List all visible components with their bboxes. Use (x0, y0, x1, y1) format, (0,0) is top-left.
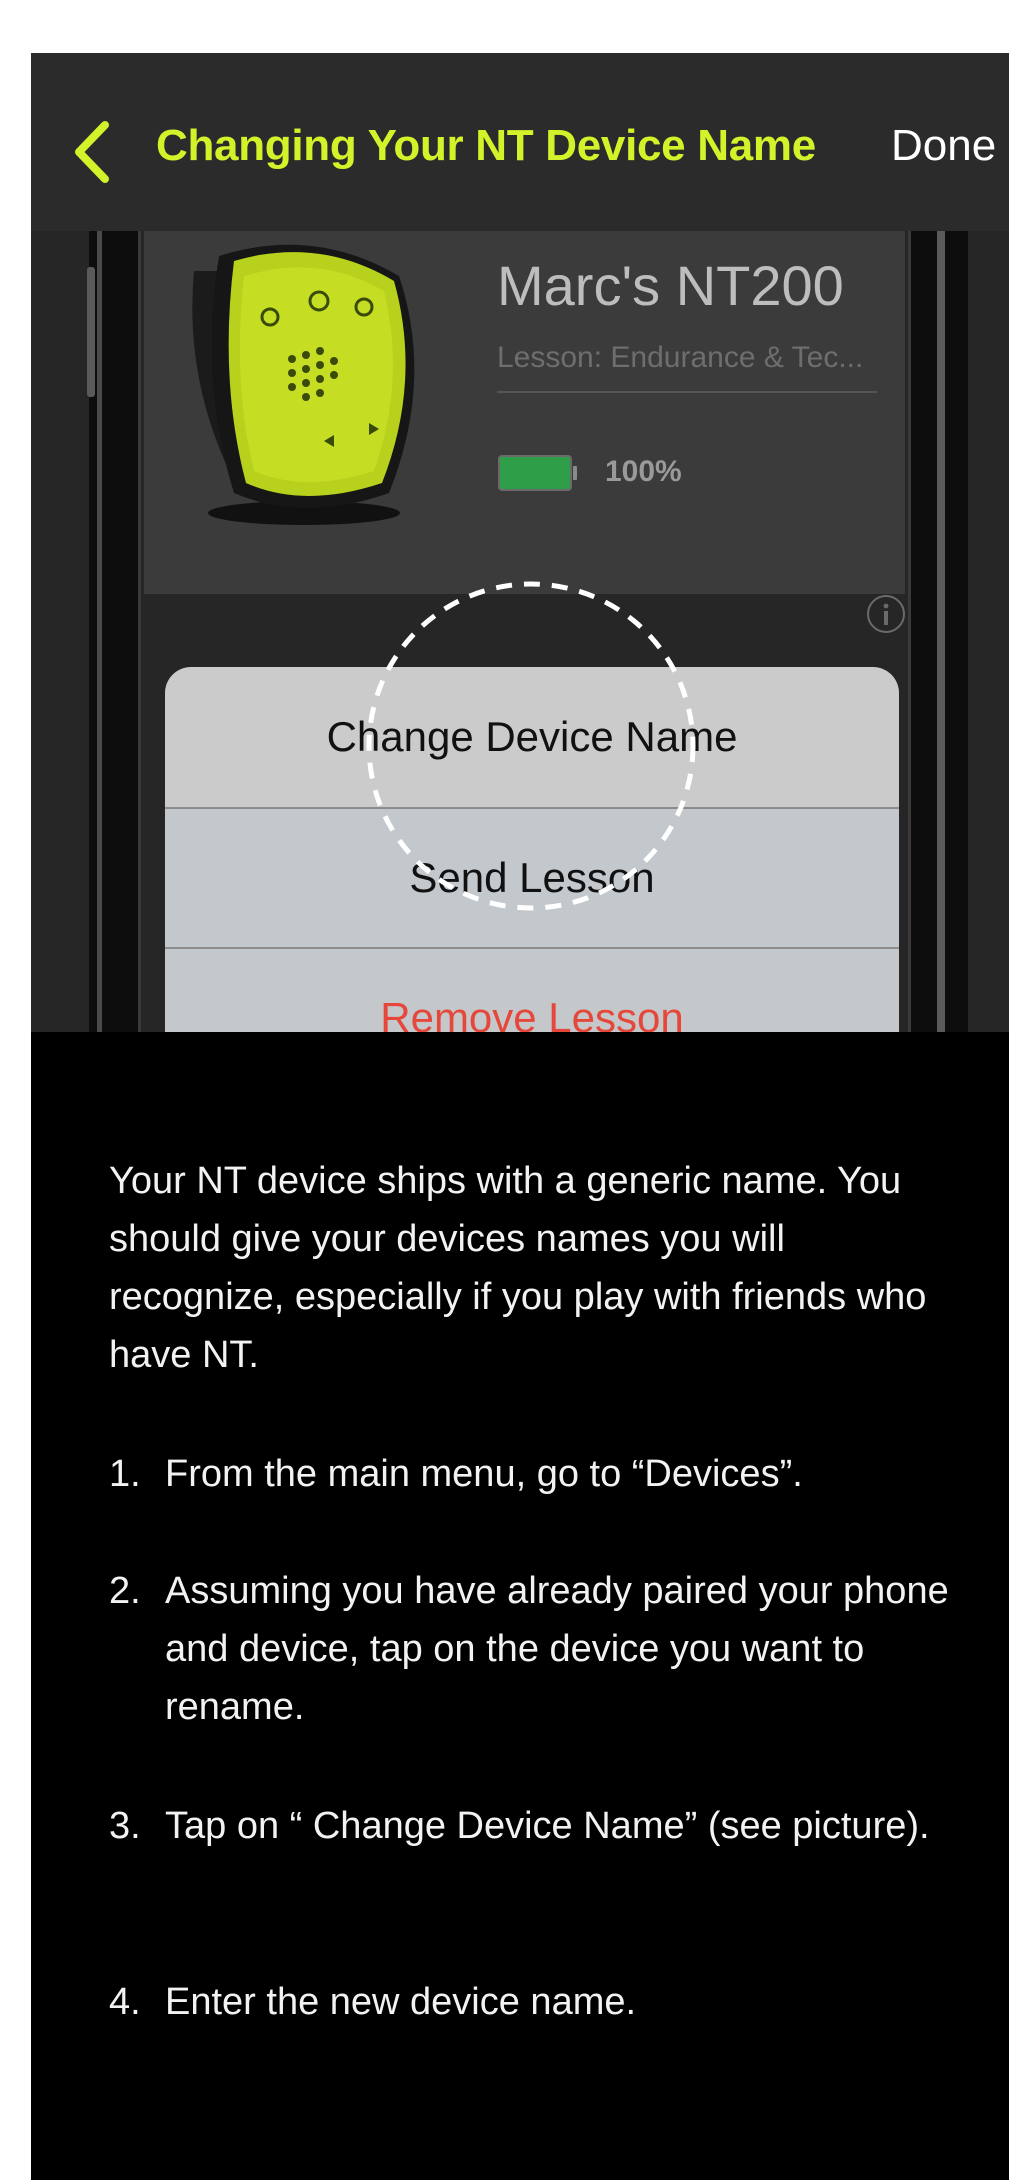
action-sheet: Change Device Name Send Lesson Remove Le… (165, 667, 899, 1032)
step-text: Assuming you have already paired your ph… (165, 1570, 949, 1728)
device-screenshot: Marc's NT200 Lesson: Endurance & Tec... … (31, 231, 1009, 1032)
done-button[interactable]: Done (891, 121, 996, 171)
device-name: Marc's NT200 (497, 254, 844, 317)
page-title: Changing Your NT Device Name (156, 121, 816, 170)
app-screen: Changing Your NT Device Name Done Marc's… (31, 53, 1009, 2180)
step-number: 1. (109, 1453, 141, 1495)
step-number: 4. (109, 1981, 141, 2023)
change-device-name-option[interactable]: Change Device Name (165, 667, 899, 807)
phone-frame-right (908, 231, 968, 1032)
step-item: 1. From the main menu, go to “Devices”. (109, 1445, 969, 1503)
divider (497, 391, 877, 393)
step-text: Enter the new device name. (165, 1981, 637, 2023)
phone-side-button (87, 267, 95, 397)
step-number: 2. (109, 1570, 141, 1612)
device-card[interactable]: Marc's NT200 Lesson: Endurance & Tec... … (144, 231, 905, 594)
step-text: From the main menu, go to “Devices”. (165, 1453, 803, 1495)
wristband-device-image (192, 244, 415, 525)
step-number: 3. (109, 1805, 141, 1847)
instructions: Your NT device ships with a generic name… (31, 1032, 1009, 2180)
step-item: 4. Enter the new device name. (109, 1973, 969, 2031)
chevron-left-icon (75, 121, 109, 183)
step-text: Tap on “ Change Device Name” (see pictur… (165, 1805, 930, 1847)
step-item: 2. Assuming you have already paired your… (109, 1562, 969, 1736)
remove-lesson-option[interactable]: Remove Lesson (165, 947, 899, 1032)
device-lesson: Lesson: Endurance & Tec... (497, 341, 864, 374)
battery-percent: 100% (605, 455, 682, 488)
intro-paragraph: Your NT device ships with a generic name… (109, 1160, 927, 1376)
nav-header: Changing Your NT Device Name Done (31, 53, 1009, 231)
send-lesson-option[interactable]: Send Lesson (165, 807, 899, 947)
back-button[interactable] (67, 117, 123, 187)
info-icon[interactable] (865, 593, 907, 635)
battery-icon (498, 455, 577, 491)
step-item: 3. Tap on “ Change Device Name” (see pic… (109, 1797, 969, 1855)
phone-frame-left (87, 231, 141, 1032)
